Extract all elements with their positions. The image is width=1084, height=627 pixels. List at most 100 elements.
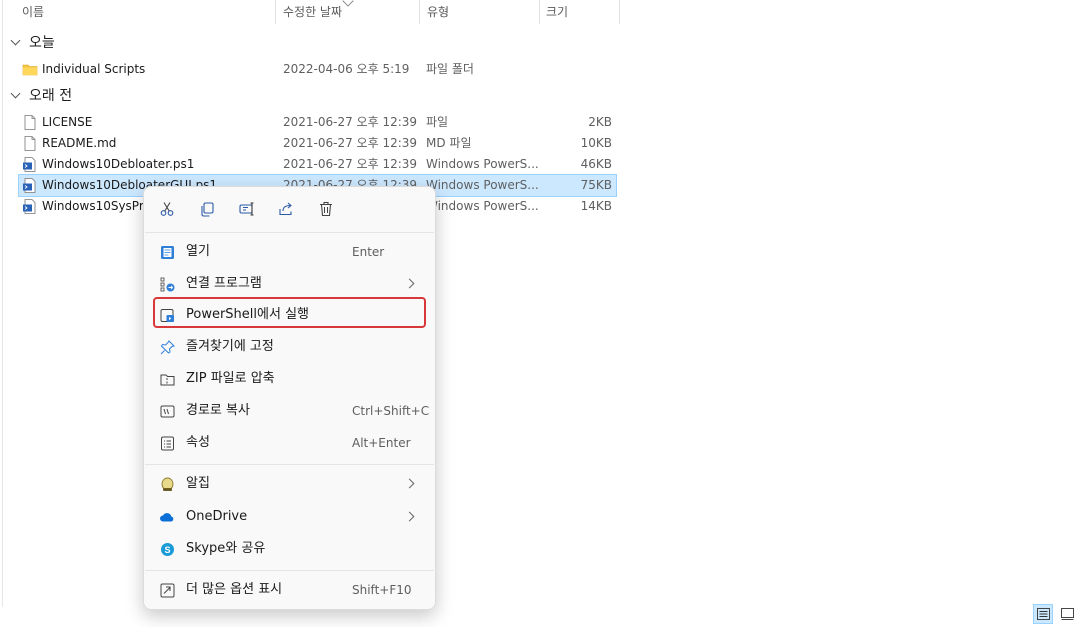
group-header-older[interactable]: 오래 전 [8,85,72,107]
cut-icon [160,202,174,216]
menu-item-compress-zip[interactable]: ZIP 파일로 압축 [152,364,427,394]
column-date[interactable]: 수정한 날짜 [283,0,342,24]
menu-item-more-options[interactable]: 더 많은 옵션 표시 Shift+F10 [152,575,427,605]
menu-item-properties[interactable]: 속성 Alt+Enter [152,428,427,458]
menu-divider [145,232,434,233]
folder-icon [22,64,38,76]
open-with-icon [159,276,175,292]
menu-shortcut: Enter [352,245,385,259]
context-toolbar [144,187,435,231]
rename-icon [239,202,254,216]
menu-item-pin-favorites[interactable]: 즐겨찾기에 고정 [152,332,427,362]
menu-shortcut: Shift+F10 [352,583,412,597]
menu-divider [145,464,434,465]
file-row[interactable]: Windows10Debloater.ps1 2021-06-27 오후 12:… [19,154,616,175]
skype-icon: S [159,541,175,557]
file-type: Windows PowerS... [426,178,539,192]
menu-shortcut: Alt+Enter [352,436,411,450]
column-type[interactable]: 유형 [427,0,449,24]
menu-item-onedrive[interactable]: OneDrive [152,502,427,532]
file-type: MD 파일 [426,136,472,150]
view-toggle [1033,604,1078,625]
open-icon [159,244,175,260]
group-label: 오늘 [29,35,55,51]
menu-label: 열기 [186,244,210,259]
share-button[interactable] [275,198,297,220]
rename-button[interactable] [236,198,258,220]
zip-icon [159,371,175,387]
file-size: 2KB [588,115,612,129]
chevron-right-icon [404,478,415,489]
menu-label: Skype와 공유 [186,541,266,556]
file-date: 2021-06-27 오후 12:39 [283,136,418,150]
column-divider[interactable] [419,0,420,24]
file-size: 10KB [580,136,612,150]
file-row[interactable]: LICENSE 2021-06-27 오후 12:39 파일 2KB [19,112,616,133]
delete-icon [320,201,332,217]
properties-icon [159,435,175,451]
file-date: 2021-06-27 오후 12:39 [283,157,418,171]
menu-label: 더 많은 옵션 표시 [186,582,283,597]
tiles-view-button[interactable] [1058,605,1076,623]
copy-path-icon [159,403,175,419]
column-header: 이름 수정한 날짜 유형 크기 [0,0,620,24]
menu-shortcut: Ctrl+Shift+C [352,404,430,418]
tiles-view-icon [1060,608,1074,620]
svg-text:S: S [164,545,170,555]
menu-label: 속성 [186,435,210,450]
chevron-down-icon [10,35,21,46]
file-date: 2022-04-06 오후 5:19 [283,62,410,76]
column-divider[interactable] [619,0,620,24]
file-type: 파일 [426,115,449,129]
powershell-script-icon [23,199,36,214]
file-size: 75KB [580,178,612,192]
menu-label: ZIP 파일로 압축 [186,371,275,386]
column-size[interactable]: 크기 [546,0,568,24]
copy-button[interactable] [196,198,218,220]
menu-item-open-with[interactable]: 연결 프로그램 [152,269,427,299]
chevron-down-icon [10,88,21,99]
file-name: LICENSE [42,115,93,129]
pane-edge [2,0,3,607]
file-type: 파일 폴더 [426,62,474,76]
file-type: Windows PowerS... [426,199,539,213]
file-row[interactable]: README.md 2021-06-27 오후 12:39 MD 파일 10KB [19,133,616,154]
sort-chevron-icon [342,0,354,7]
group-header-today[interactable]: 오늘 [8,32,55,54]
delete-button[interactable] [315,198,337,220]
file-name: Individual Scripts [42,62,146,76]
share-icon [279,202,292,216]
menu-label: OneDrive [186,509,248,524]
file-icon [24,115,36,130]
menu-divider [145,570,434,571]
file-date: 2021-06-27 오후 12:39 [283,115,418,129]
column-divider[interactable] [275,0,276,24]
menu-label: 즐겨찾기에 고정 [186,339,274,354]
file-type: Windows PowerS... [426,157,539,171]
file-icon [24,136,36,151]
cut-button[interactable] [156,198,178,220]
details-view-icon [1036,608,1050,620]
powershell-script-icon [23,157,36,172]
menu-label: 경로로 복사 [186,403,250,418]
file-name: Windows10SysPrep [42,199,159,213]
column-name[interactable]: 이름 [22,0,44,24]
file-size: 46KB [580,157,612,171]
group-label: 오래 전 [29,88,73,104]
file-row[interactable]: Individual Scripts 2022-04-06 오후 5:19 파일… [19,59,616,80]
alzip-icon [159,476,175,492]
copy-icon [201,202,214,217]
menu-item-open[interactable]: 열기 Enter [152,237,427,267]
details-view-button[interactable] [1033,604,1053,624]
menu-label: 연결 프로그램 [186,276,262,291]
menu-item-alzip[interactable]: 알집 [152,469,427,499]
menu-item-skype-share[interactable]: S Skype와 공유 [152,534,427,564]
chevron-right-icon [404,511,415,522]
menu-item-copy-path[interactable]: 경로로 복사 Ctrl+Shift+C [152,396,430,426]
column-divider[interactable] [539,0,540,24]
powershell-script-icon [23,178,36,193]
annotation-highlight [153,297,426,328]
pin-icon [159,339,175,355]
file-name: Windows10Debloater.ps1 [42,157,195,171]
menu-label: 알집 [186,476,210,491]
